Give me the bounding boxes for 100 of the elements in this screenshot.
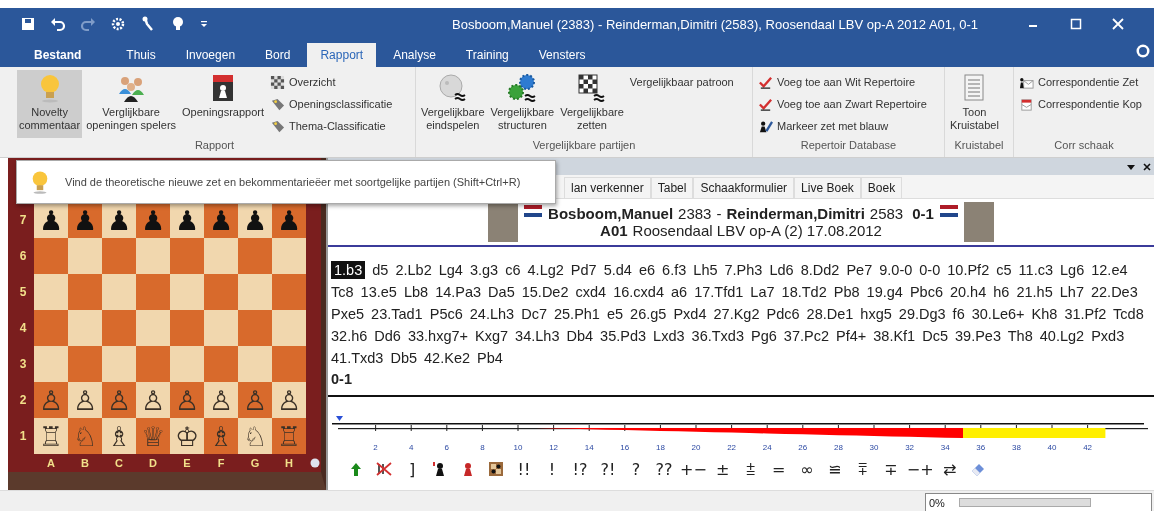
board-square[interactable] (272, 238, 306, 274)
board-square[interactable] (102, 310, 136, 346)
annotation-button[interactable]: ⇄ (935, 459, 964, 479)
lightbulb-icon[interactable] (170, 16, 186, 32)
board-square[interactable] (238, 310, 272, 346)
board-square[interactable] (136, 238, 170, 274)
annotation-button[interactable]: +− (678, 459, 709, 479)
annotation-button[interactable]: ! (538, 459, 566, 479)
board-square[interactable] (136, 346, 170, 382)
ribbon-tab[interactable]: Analyse (380, 43, 449, 67)
annotation-button[interactable]: ? (622, 459, 650, 479)
maximize-icon[interactable] (1070, 18, 1082, 30)
ribbon-button[interactable]: Vergelijkbare zetten (558, 70, 626, 138)
board-square[interactable] (272, 274, 306, 310)
annotation-button[interactable]: ?! (594, 459, 622, 479)
ribbon-tab[interactable]: Invoegen (172, 43, 249, 67)
board-square[interactable] (204, 274, 238, 310)
board-square[interactable] (272, 310, 306, 346)
crossed-out-icon[interactable] (376, 461, 392, 477)
rank-label: 6 (18, 248, 28, 265)
ribbon-button[interactable]: Openingsclassificatie (268, 94, 395, 114)
annotation-button[interactable]: ?? (650, 459, 678, 479)
board-square[interactable] (272, 346, 306, 382)
annotation-button[interactable]: −+ (904, 459, 936, 479)
ribbon-button[interactable]: Markeer zet met blauw (756, 116, 929, 136)
board-square[interactable] (136, 310, 170, 346)
board-square[interactable] (136, 274, 170, 310)
ribbon-tab[interactable]: Bord (252, 43, 304, 67)
ribbon-button[interactable]: Toon Kruistabel (948, 70, 1001, 138)
ribbon-tab[interactable]: Thuis (113, 43, 169, 67)
annotation-button[interactable]: ∞ (792, 459, 821, 479)
panel-tab[interactable]: lan verkenner (564, 177, 651, 198)
ribbon-button[interactable]: Correspondentie Zet (1017, 72, 1144, 92)
board-square[interactable] (238, 274, 272, 310)
annotation-button[interactable]: ∓ (876, 459, 905, 479)
board-square[interactable] (34, 274, 68, 310)
annotation-button[interactable]: = (764, 459, 793, 479)
board-square[interactable] (102, 274, 136, 310)
board-square[interactable] (204, 310, 238, 346)
panel-tab[interactable]: Live Boek (794, 177, 861, 198)
board-square[interactable] (238, 346, 272, 382)
board-square[interactable] (34, 310, 68, 346)
ribbon-button[interactable]: Correspondentie Kop (1017, 94, 1144, 114)
ribbon-button[interactable]: Thema-Classificatie (268, 116, 395, 136)
board-square[interactable] (68, 238, 102, 274)
annotation-button[interactable]: !? (566, 459, 594, 479)
annotation-button[interactable]: ± (708, 459, 737, 479)
ribbon-button[interactable]: Vergelijkbare structuren (488, 70, 557, 138)
board-square[interactable] (204, 346, 238, 382)
arrow-up-icon[interactable] (348, 461, 364, 477)
board-square[interactable] (34, 238, 68, 274)
wrench-icon[interactable] (140, 16, 156, 32)
board-square[interactable] (102, 238, 136, 274)
annotation-button[interactable]: ⩱ (848, 459, 877, 479)
panel-tab[interactable]: Tabel (650, 177, 694, 198)
board-square[interactable] (170, 310, 204, 346)
ribbon-button[interactable]: Voeg toe aan Zwart Repertoire (756, 94, 929, 114)
board-square[interactable] (34, 346, 68, 382)
ribbon-button[interactable]: Overzicht (268, 72, 395, 92)
position-marker-icon[interactable] (336, 416, 343, 421)
tag-icon (270, 96, 285, 112)
redo-icon[interactable] (80, 16, 96, 32)
board-square[interactable] (68, 310, 102, 346)
ribbon-button[interactable]: Vergelijkbare eindspelen (419, 70, 487, 138)
ribbon-tab[interactable]: Training (452, 43, 522, 67)
move-number-label: 12 (549, 443, 559, 452)
board-square[interactable] (170, 346, 204, 382)
move-number-label: 40 (1047, 443, 1057, 452)
ribbon-button[interactable]: Vergelijkbaar patroon (627, 72, 736, 92)
board-square[interactable] (68, 346, 102, 382)
help-icon[interactable] (1136, 44, 1150, 58)
annotation-button[interactable]: ⩲ (736, 459, 765, 479)
ribbon-button[interactable]: Novelty commentaar (17, 70, 83, 138)
ribbon-button[interactable]: Verglijkbare openingen spelers (84, 70, 179, 138)
annotation-button[interactable]: ] (398, 459, 426, 479)
game-notation[interactable]: 1.b3 d5 2.Lb2 Lg4 3.g3 c6 4.Lg2 Pd7 5.d4 e6 6.f3 Lh5 7.Ph3 Ld6 8.Dd2 Pe7 9.0-0 0-0 10.Pf2 c5 11.c3 Lg6 12.e4 Tc8 13.e5 Lb8 14.Pa3 Da5 15.De2 cxd4 16.cxd4 a6 17.Tfd1 La7 18.Td2 Pb8 19.g4 Pbc6 20.h4 h6 21.h5 Lh7 22.De3 Pxe5 23.Tad1 P5c6 24.Lh3 Dc7 25.Ph1 e5 26.g5 Pxd4 27.Kg2 Pdc6 28.De1 hxg5 29.Dg3 f6 30.Le6+ Kh8 31.Pf2 Tcd8 32.h6 Dd6 33.hxg7+ Kxg7 34.Lh3 Db4 35.Pd3 Lxd3 36.Txd3 Pg6 37.Pc2 Pf4+ 38.Kf1 Dc5 39.Pe3 Th8 40.Lg2 Pxd3 41.Txd3 Db5 42.Ke2 Pb4 (331, 259, 1146, 369)
close-icon[interactable] (1142, 161, 1152, 172)
undo-icon[interactable] (50, 16, 66, 32)
board-icon[interactable] (488, 461, 504, 477)
ribbon-button[interactable]: Voeg toe aan Wit Repertoire (756, 72, 929, 92)
panel-tab[interactable]: Boek (860, 177, 903, 198)
board-square[interactable] (238, 238, 272, 274)
move-number-label: 2 (373, 443, 378, 452)
player-rating: 2583 (869, 205, 904, 222)
ribbon-tab[interactable]: Bestand (14, 43, 102, 67)
annotation-button[interactable]: !! (510, 459, 538, 479)
ribbon-tab[interactable]: Rapport (307, 43, 377, 67)
ribbon-button[interactable]: Openingsrapport (180, 70, 266, 138)
save-icon[interactable] (20, 16, 36, 32)
annotation-button[interactable]: ≌ (820, 459, 849, 479)
board-square[interactable] (204, 238, 238, 274)
board-square[interactable] (170, 274, 204, 310)
current-move[interactable]: 1.b3 (331, 261, 366, 279)
board-square[interactable] (102, 346, 136, 382)
panel-tab[interactable]: Schaakformulier (693, 177, 795, 198)
board-square[interactable] (170, 238, 204, 274)
customize-caret-icon[interactable] (200, 20, 208, 28)
board-square[interactable] (68, 274, 102, 310)
ribbon-tab[interactable]: Vensters (525, 43, 599, 67)
evaluation-graph[interactable] (332, 423, 1148, 438)
